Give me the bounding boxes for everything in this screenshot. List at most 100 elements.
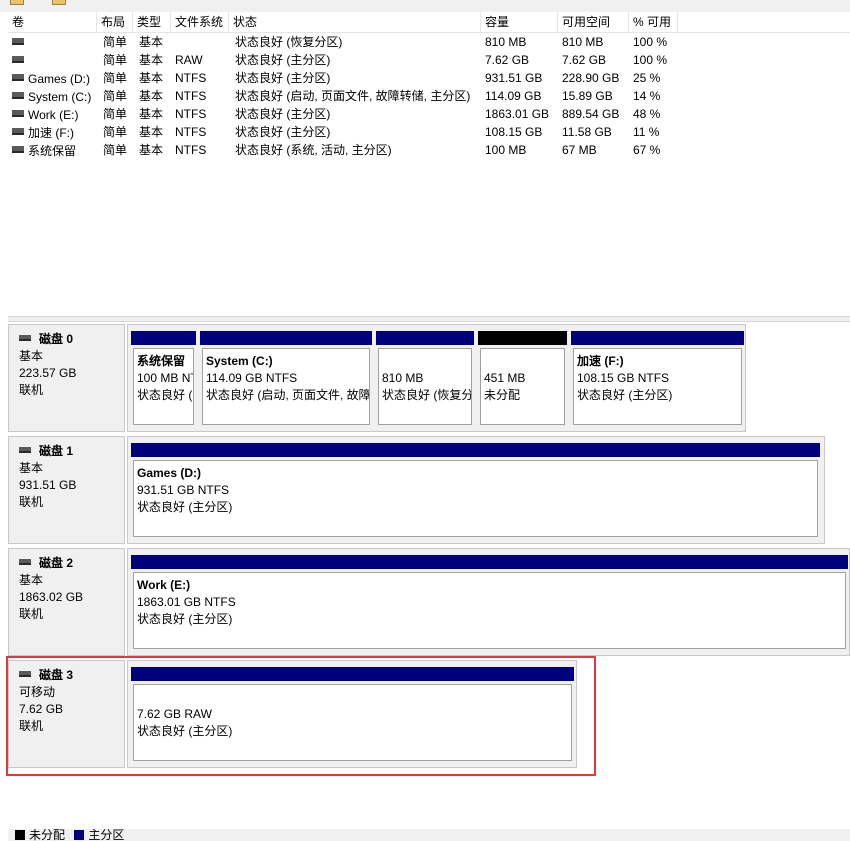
table-row[interactable]: System (C:) 简单 基本 NTFS 状态良好 (启动, 页面文件, 故障转储,… [8, 87, 850, 105]
volume-name: 加速 (F:) [28, 125, 74, 140]
disk-icon [19, 334, 31, 341]
disk-type: 基本 [19, 461, 44, 475]
column-header-type[interactable]: 类型 [133, 12, 171, 32]
disk-title: 磁盘 2 [19, 555, 124, 572]
volume-drive-icon [12, 74, 24, 82]
table-cell-free: 7.62 GB [562, 53, 607, 67]
partition-status: 未分配 [484, 388, 521, 402]
partition-status: 状态良好 (启动, 页面文件, 故障转储, 主分区) [206, 388, 370, 402]
partition-block[interactable]: Games (D:) 931.51 GB NTFS 状态良好 (主分区) [131, 443, 820, 539]
partition-detail: 108.15 GB NTFS [577, 371, 670, 385]
table-cell-capacity: 7.62 GB [485, 53, 530, 67]
legend-swatch-unallocated [15, 829, 25, 840]
partition-name: 系统保留 [137, 354, 186, 368]
column-header-percent-free[interactable]: % 可用 [629, 12, 678, 32]
partition-block[interactable]: 810 MB 状态良好 (恢复分区) [376, 331, 474, 427]
partition-detail: 114.09 GB NTFS [206, 371, 298, 385]
partition-bar-primary [200, 331, 372, 345]
partition-status: 状态良好 (主分区) [137, 724, 233, 738]
volume-drive-icon [12, 146, 24, 154]
table-cell-free: 67 MB [562, 143, 597, 157]
table-row[interactable]: 简单 基本 状态良好 (恢复分区) 810 MB 810 MB 100 % [8, 33, 850, 51]
legend-swatch-primary [74, 829, 85, 840]
table-cell-fs: NTFS [175, 143, 207, 157]
partition-detail: 451 MB [484, 371, 526, 385]
table-row[interactable]: Work (E:) 简单 基本 NTFS 状态良好 (主分区) 1863.01 GB 889… [8, 105, 850, 123]
table-cell-pct: 14 % [633, 89, 661, 103]
partition-name: 加速 (F:) [577, 354, 624, 368]
volume-name: 系统保留 [28, 143, 77, 158]
table-cell-layout: 简单 [103, 53, 128, 67]
table-cell-fs: NTFS [175, 89, 207, 103]
disk-info-panel[interactable]: 磁盘 1 基本 931.51 GB 联机 [8, 436, 125, 544]
disk-size: 223.57 GB [19, 366, 77, 380]
partition-block[interactable]: Work (E:) 1863.01 GB NTFS 状态良好 (主分区) [131, 555, 848, 651]
legend-label: 主分区 [88, 829, 125, 841]
partition-block[interactable]: 451 MB 未分配 [478, 331, 567, 427]
table-row[interactable]: 加速 (F:) 简单 基本 NTFS 状态良好 (主分区) 108.15 GB 11.58 … [8, 123, 850, 141]
volume-drive-icon [12, 56, 24, 64]
disk-info-panel[interactable]: 磁盘 2 基本 1863.02 GB 联机 [8, 548, 125, 656]
disk-partitions: 系统保留 100 MB NTFS 状态良好 (系统, 活动, 主分区) System … [127, 324, 746, 432]
table-cell-name: Work (E:) [12, 105, 97, 123]
volume-name: System (C:) [28, 89, 92, 104]
folder-icon[interactable] [52, 0, 66, 5]
table-cell-pct: 48 % [633, 107, 661, 121]
partition-detail: 1863.01 GB NTFS [137, 595, 236, 609]
column-header-filesystem[interactable]: 文件系统 [171, 12, 229, 32]
partition-body: Work (E:) 1863.01 GB NTFS 状态良好 (主分区) [133, 572, 846, 649]
table-cell-free: 810 MB [562, 35, 604, 49]
table-cell-name [12, 51, 97, 69]
disk-icon [19, 558, 31, 565]
disk-title: 磁盘 1 [19, 443, 124, 460]
partition-status: 状态良好 (主分区) [577, 388, 673, 402]
disk-size: 1863.02 GB [19, 590, 84, 604]
volume-drive-icon [12, 38, 24, 46]
volume-name: Work (E:) [28, 107, 79, 122]
partition-body: 7.62 GB RAW 状态良好 (主分区) [133, 684, 572, 761]
partition-status: 状态良好 (恢复分区) [382, 388, 471, 402]
partition-block[interactable]: 加速 (F:) 108.15 GB NTFS 状态良好 (主分区) [571, 331, 744, 427]
table-cell-fs: RAW [175, 53, 203, 67]
table-cell-fs: NTFS [175, 107, 207, 121]
table-row[interactable]: 简单 基本 RAW 状态良好 (主分区) 7.62 GB 7.62 GB 100 % [8, 51, 850, 69]
column-header-status[interactable]: 状态 [229, 12, 481, 32]
partition-body: Games (D:) 931.51 GB NTFS 状态良好 (主分区) [133, 460, 818, 537]
table-cell-type: 基本 [139, 53, 164, 67]
column-header-capacity[interactable]: 容量 [481, 12, 558, 32]
folder-icon[interactable] [10, 0, 24, 5]
partition-detail: 7.62 GB RAW [137, 707, 212, 721]
partition-block[interactable]: 7.62 GB RAW 状态良好 (主分区) [131, 667, 574, 763]
disk-info-panel[interactable]: 磁盘 0 基本 223.57 GB 联机 [8, 324, 125, 432]
partition-body: 810 MB 状态良好 (恢复分区) [378, 348, 472, 425]
partition-name [484, 353, 564, 370]
table-cell-pct: 100 % [633, 35, 668, 49]
disk-info-panel[interactable]: 磁盘 3 可移动 7.62 GB 联机 [8, 660, 125, 768]
disk-title-label: 磁盘 1 [39, 444, 74, 458]
table-row[interactable]: Games (D:) 简单 基本 NTFS 状态良好 (主分区) 931.51 GB 228… [8, 69, 850, 87]
table-cell-type: 基本 [139, 71, 164, 85]
partition-block[interactable]: 系统保留 100 MB NTFS 状态良好 (系统, 活动, 主分区) [131, 331, 196, 427]
partition-name: Work (E:) [137, 578, 191, 592]
table-cell-fs: NTFS [175, 125, 207, 139]
column-header-volume[interactable]: 卷 [8, 12, 97, 32]
partition-body: System (C:) 114.09 GB NTFS 状态良好 (启动, 页面文件,… [202, 348, 370, 425]
partition-bar-primary [131, 443, 820, 457]
table-cell-layout: 简单 [103, 71, 128, 85]
partition-detail: 100 MB NTFS [137, 371, 193, 385]
partition-block[interactable]: System (C:) 114.09 GB NTFS 状态良好 (启动, 页面文件,… [200, 331, 372, 427]
table-cell-layout: 简单 [103, 107, 128, 121]
table-cell-layout: 简单 [103, 125, 128, 139]
table-cell-layout: 简单 [103, 89, 128, 103]
disk-title-label: 磁盘 0 [39, 332, 74, 346]
table-cell-free: 15.89 GB [562, 89, 613, 103]
table-row[interactable]: 系统保留 简单 基本 NTFS 状态良好 (系统, 活动, 主分区) 100 MB 67 M… [8, 141, 850, 159]
disk-row: 磁盘 1 基本 931.51 GB 联机 Games (D:) 931.51 GB NTF… [8, 436, 850, 544]
table-cell-capacity: 810 MB [485, 35, 527, 49]
table-cell-fs: NTFS [175, 71, 207, 85]
column-header-layout[interactable]: 布局 [97, 12, 133, 32]
disk-size: 7.62 GB [19, 702, 64, 716]
table-cell-status: 状态良好 (主分区) [235, 71, 331, 85]
disk-row: 磁盘 0 基本 223.57 GB 联机 系统保留 100 MB NTFS 状态良好 (系统… [8, 324, 850, 432]
column-header-free-space[interactable]: 可用空间 [558, 12, 629, 32]
